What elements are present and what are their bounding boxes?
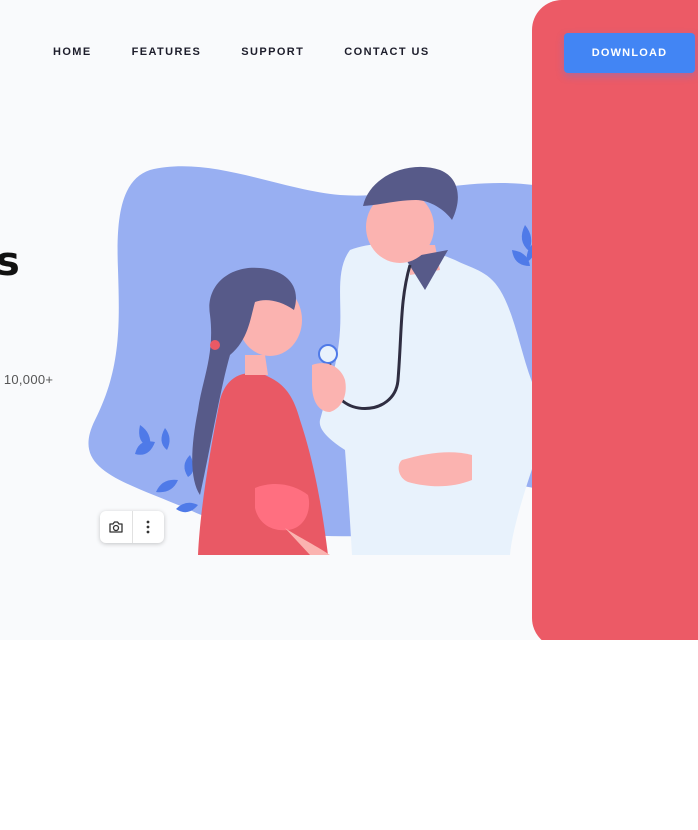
nav-home[interactable]: HOME — [53, 46, 92, 58]
more-options-button[interactable] — [132, 511, 164, 543]
nav-features[interactable]: FEATURES — [132, 46, 202, 58]
hero-section: HOME FEATURES SUPPORT CONTACT US DOWNLOA… — [0, 0, 698, 640]
camera-search-icon — [109, 521, 123, 533]
nav-support[interactable]: SUPPORT — [241, 46, 304, 58]
download-button[interactable]: DOWNLOAD — [564, 33, 695, 73]
red-side-panel — [532, 0, 698, 640]
image-action-toolbar — [100, 511, 164, 543]
hero-stat-text: : 10,000+ — [0, 372, 54, 387]
camera-search-button[interactable] — [100, 511, 132, 543]
more-vertical-icon — [146, 520, 150, 534]
top-navigation: HOME FEATURES SUPPORT CONTACT US — [53, 46, 470, 58]
nav-contact-us[interactable]: CONTACT US — [344, 46, 429, 58]
hero-headline: s — [0, 239, 20, 285]
